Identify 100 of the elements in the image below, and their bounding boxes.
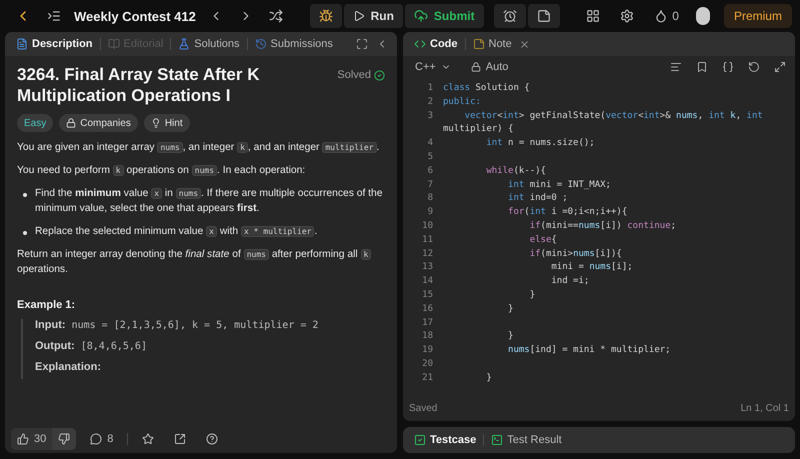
notes-button[interactable] xyxy=(528,4,560,28)
code-line: public: xyxy=(443,96,481,109)
code-line: while(k--){ xyxy=(485,164,546,178)
panel-tab[interactable]: Submissions xyxy=(250,34,338,54)
panel-tab[interactable]: Test Result xyxy=(486,430,567,450)
line-number: 15 xyxy=(421,288,433,302)
panel-tab[interactable]: Note xyxy=(468,34,517,54)
example-line: Input: nums = [2,1,3,5,6], k = 5, multiplier = 2 xyxy=(35,319,320,331)
example-line: Output: [8,4,6,5,6] xyxy=(35,340,148,352)
submit-button[interactable]: Submit xyxy=(404,4,484,28)
code-line: else{ xyxy=(528,234,557,247)
bullet-dot xyxy=(23,231,27,235)
description-paragraph: Return an integer array denoting the final state of nums after performing all k operations. xyxy=(17,247,385,277)
save-status: Saved xyxy=(409,402,438,414)
grid-icon xyxy=(586,9,600,23)
line-number: 7 xyxy=(426,178,433,192)
companies-button[interactable]: Companies xyxy=(59,114,138,132)
drop-icon xyxy=(654,9,668,23)
line-number: 19 xyxy=(421,344,433,358)
star-icon xyxy=(142,433,154,445)
note-icon xyxy=(536,9,551,23)
code-line: ind =i; xyxy=(550,275,590,288)
example-title: Example 1: xyxy=(17,299,76,311)
cloud-upload-icon xyxy=(414,9,428,23)
contest-title[interactable]: Weekly Contest 412 xyxy=(74,8,196,24)
line-number: 3 xyxy=(426,110,433,123)
code-line: nums[ind] = mini * multiplier; xyxy=(507,344,671,358)
book-icon xyxy=(108,38,120,50)
code-line: int ind=0 ; xyxy=(507,192,568,206)
mode-toggle[interactable]: Auto xyxy=(464,56,514,78)
line-number: 8 xyxy=(426,192,433,206)
panel-tab[interactable]: Testcase xyxy=(409,430,482,450)
debug-button[interactable] xyxy=(310,4,342,28)
code-line: } xyxy=(507,330,514,344)
format-icon xyxy=(670,61,682,73)
expand-icon xyxy=(774,61,786,73)
shuffle-icon xyxy=(268,9,283,23)
description-paragraph: You are given an integer array nums , an integer k , and an integer multiplier . xyxy=(17,141,380,155)
bullet-text: Replace the selected minimum value x with x * multiplier . xyxy=(35,225,318,239)
line-number: 9 xyxy=(426,206,433,220)
code-line: } xyxy=(507,302,514,316)
line-number: 12 xyxy=(421,248,433,261)
code-line: for(int i =0;i<n;i++){ xyxy=(507,206,628,220)
lightbulb-icon xyxy=(150,118,161,128)
problem-title: 3264. Final Array State After K Multiplication Operations I xyxy=(17,64,260,106)
reset-icon xyxy=(748,61,760,73)
dislike-button[interactable] xyxy=(52,428,76,450)
terminal-icon xyxy=(491,434,504,446)
line-number: 20 xyxy=(421,358,433,371)
code-line: mini = nums[i]; xyxy=(550,261,633,274)
difficulty-tag[interactable]: Easy xyxy=(17,114,54,132)
check-circle-icon xyxy=(374,70,385,80)
code-line: } xyxy=(485,372,492,385)
bug-icon xyxy=(318,9,333,23)
code-icon xyxy=(414,38,426,50)
avatar[interactable] xyxy=(696,7,710,25)
line-number: 10 xyxy=(421,220,433,233)
alarm-clock-icon xyxy=(502,9,517,23)
close-icon[interactable] xyxy=(518,38,530,50)
line-number: 4 xyxy=(426,137,433,150)
timer-button[interactable] xyxy=(494,4,526,28)
bullet-dot xyxy=(23,193,27,197)
run-button[interactable]: Run xyxy=(344,4,403,28)
line-number: 14 xyxy=(421,275,433,288)
cursor-position: Ln 1, Col 1 xyxy=(740,402,789,414)
line-number: 18 xyxy=(421,330,433,344)
panel-tab[interactable]: Solutions xyxy=(173,34,245,54)
panel-tab[interactable]: Code xyxy=(409,34,462,54)
line-number: 16 xyxy=(421,302,433,316)
line-number: 1 xyxy=(426,82,433,95)
bookmark-icon xyxy=(696,61,708,73)
hint-button[interactable]: Hint xyxy=(144,114,190,132)
language-dropdown[interactable]: C++ xyxy=(409,56,457,78)
maximize-icon xyxy=(356,38,368,50)
lock-icon xyxy=(66,118,76,128)
lock-icon xyxy=(470,62,481,72)
help-icon xyxy=(206,433,218,445)
line-number: 21 xyxy=(421,372,433,385)
share-icon xyxy=(174,433,186,445)
line-number: 5 xyxy=(426,150,433,164)
note-icon xyxy=(472,38,484,50)
code-line: multiplier) { xyxy=(443,123,514,136)
premium-button[interactable]: Premium xyxy=(724,4,792,28)
checkbox-icon xyxy=(414,434,426,446)
line-number: 13 xyxy=(421,261,433,274)
list-icon xyxy=(47,9,61,23)
streak-counter[interactable]: 0 xyxy=(651,6,682,26)
line-number: 17 xyxy=(421,316,433,330)
line-number: 11 xyxy=(421,234,433,247)
bullet-text: Find the minimum value x in nums . If there are multiple occurrences of the minimum value, select the one that appears first. xyxy=(35,187,384,216)
panel-tab[interactable]: Description xyxy=(11,34,98,54)
code-line: if(mini>nums[i]){ xyxy=(528,248,622,261)
code-line: if(mini==nums[i]) continue; xyxy=(528,220,676,233)
thumbs-down-icon xyxy=(58,433,70,445)
code-line: int n = nums.size(); xyxy=(485,137,595,150)
document-icon xyxy=(16,38,28,50)
braces-icon xyxy=(722,61,734,73)
comments-button[interactable]: 8 xyxy=(84,428,120,450)
history-icon xyxy=(254,38,267,50)
description-paragraph: You need to perform k operations on nums . In each operation: xyxy=(17,164,306,178)
